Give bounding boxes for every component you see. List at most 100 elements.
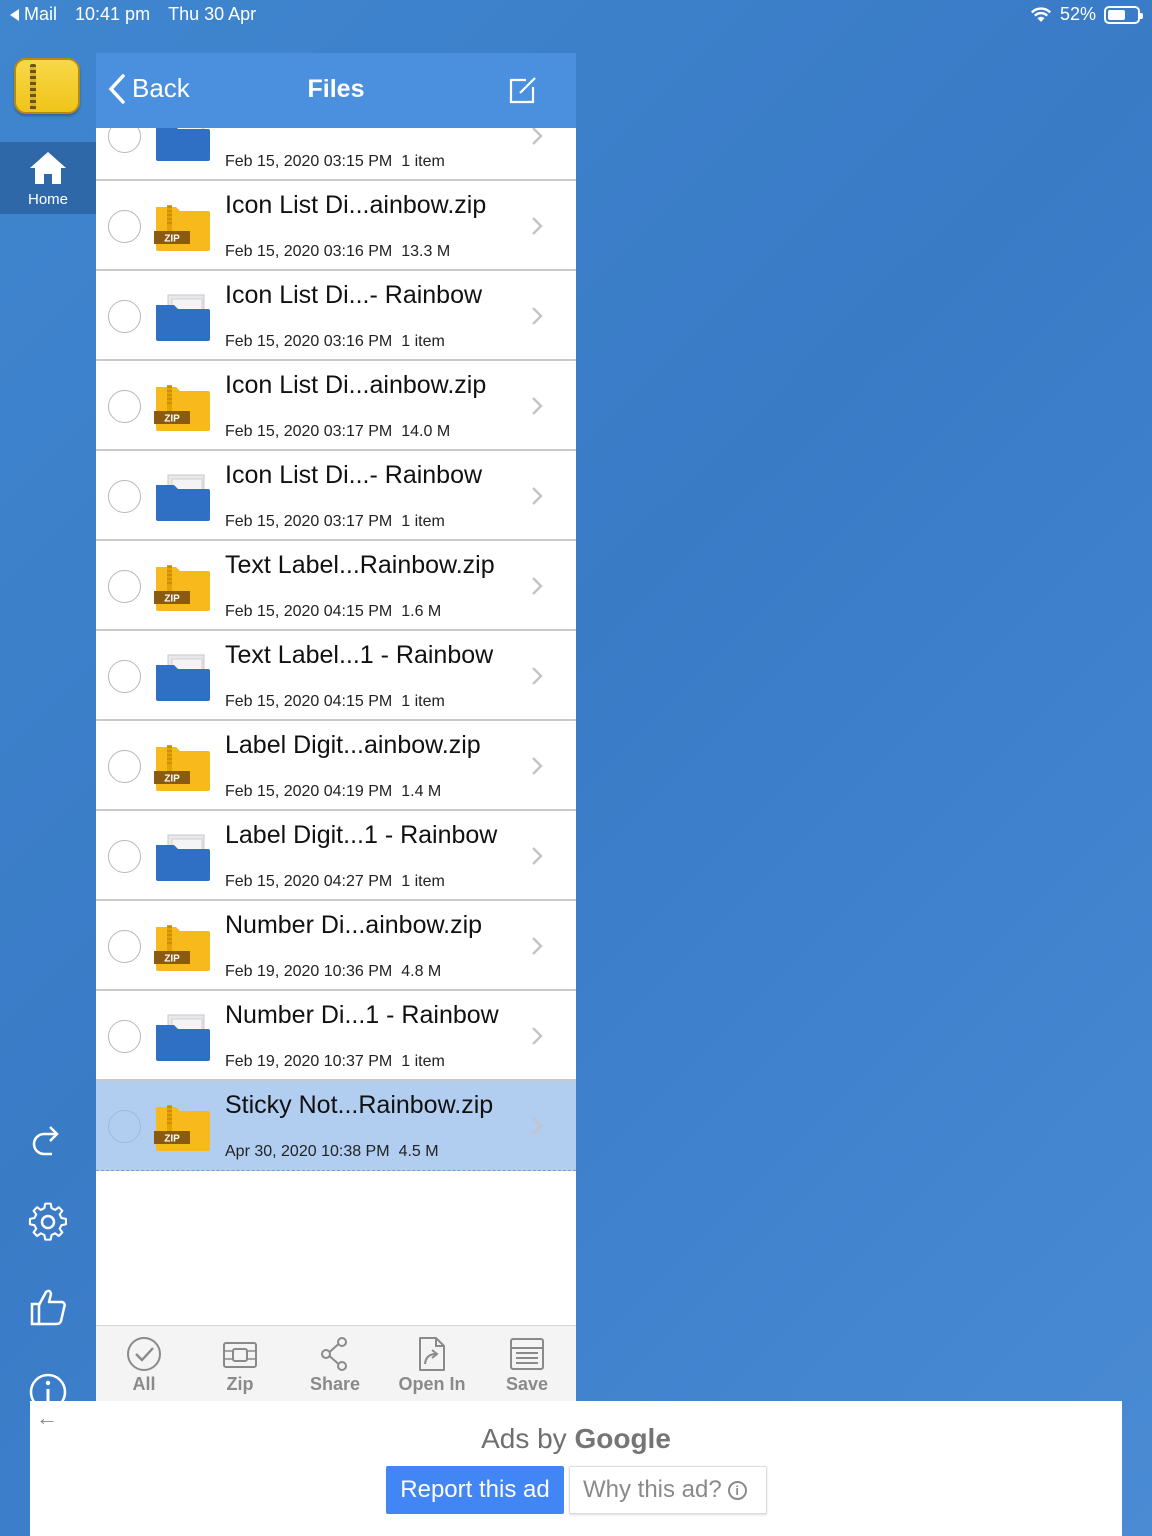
zip-file-icon: ZIP — [154, 741, 212, 793]
file-row[interactable]: Icon List Di...- Rainbow Feb 15, 2020 03:… — [96, 271, 576, 361]
nav-bar: Back Files — [96, 53, 576, 128]
file-meta: Feb 19, 2020 10:37 PM 1 item — [225, 1053, 445, 1071]
file-name: Icon List Di...ainbow.zip — [225, 371, 487, 399]
chevron-right-icon[interactable] — [530, 395, 544, 417]
file-size: 1.4 M — [401, 783, 442, 800]
chevron-right-icon[interactable] — [530, 215, 544, 237]
file-size: 1 item — [401, 153, 445, 170]
status-bar: Mail 10:41 pm Thu 30 Apr 52% — [0, 0, 1152, 30]
file-name: Label Digit...1 - Rainbow — [225, 821, 498, 849]
back-to-app-link[interactable]: Mail — [10, 4, 57, 25]
file-meta: Feb 19, 2020 10:36 PM 4.8 M — [225, 963, 441, 981]
zip-button[interactable]: Zip — [200, 1336, 280, 1395]
chevron-right-icon[interactable] — [530, 755, 544, 777]
file-row[interactable]: Label Digit...1 - Rainbow Feb 15, 2020 04… — [96, 811, 576, 901]
home-label: Home — [27, 191, 68, 208]
redo-icon[interactable] — [26, 1120, 70, 1164]
file-meta: Feb 15, 2020 03:16 PM 1 item — [225, 333, 445, 351]
file-meta: Feb 15, 2020 04:15 PM 1.6 M — [225, 603, 441, 621]
file-name: Icon List Di...- Rainbow — [225, 128, 482, 130]
file-meta: Feb 15, 2020 04:27 PM 1 item — [225, 873, 445, 891]
zip-file-icon: ZIP — [154, 201, 212, 253]
select-radio[interactable] — [108, 128, 141, 153]
select-radio[interactable] — [108, 1020, 141, 1053]
file-size: 4.5 M — [398, 1143, 439, 1160]
chevron-right-icon[interactable] — [530, 665, 544, 687]
select-all-button[interactable]: All — [104, 1336, 184, 1395]
select-radio[interactable] — [108, 300, 141, 333]
file-row[interactable]: ZIP Sticky Not...Rainbow.zip Apr 30, 2020 … — [96, 1081, 576, 1171]
battery-icon — [1104, 5, 1143, 24]
file-date: Feb 15, 2020 04:19 PM — [225, 783, 393, 800]
file-date: Feb 15, 2020 04:15 PM — [225, 603, 393, 620]
folder-icon — [154, 651, 212, 703]
chevron-right-icon[interactable] — [530, 845, 544, 867]
ads-by-google: Ads by Google — [30, 1423, 1122, 1455]
select-radio[interactable] — [108, 1110, 141, 1143]
file-date: Feb 15, 2020 03:16 PM — [225, 333, 393, 350]
select-radio[interactable] — [108, 570, 141, 603]
folder-icon — [154, 291, 212, 343]
chevron-right-icon[interactable] — [530, 485, 544, 507]
file-name: Sticky Not...Rainbow.zip — [225, 1091, 494, 1119]
file-row[interactable]: ZIP Label Digit...ainbow.zip Feb 15, 2020 … — [96, 721, 576, 811]
file-row[interactable]: Icon List Di...- Rainbow Feb 15, 2020 03:… — [96, 451, 576, 541]
select-radio[interactable] — [108, 210, 141, 243]
chevron-right-icon[interactable] — [530, 935, 544, 957]
file-name: Number Di...1 - Rainbow — [225, 1001, 499, 1029]
google-logo: Google — [574, 1423, 671, 1454]
why-this-ad-label: Why this ad? — [583, 1476, 722, 1503]
svg-text:ZIP: ZIP — [164, 414, 180, 425]
svg-text:ZIP: ZIP — [164, 234, 180, 245]
file-date: Feb 15, 2020 04:27 PM — [225, 873, 393, 890]
share-label: Share — [309, 1374, 361, 1394]
chevron-right-icon[interactable] — [530, 128, 544, 147]
select-radio[interactable] — [108, 660, 141, 693]
gear-icon[interactable] — [26, 1200, 70, 1244]
chevron-right-icon[interactable] — [530, 1025, 544, 1047]
home-icon — [30, 152, 66, 184]
select-radio[interactable] — [108, 480, 141, 513]
edit-icon[interactable] — [508, 75, 538, 105]
status-date: Thu 30 Apr — [168, 4, 257, 24]
select-radio[interactable] — [108, 390, 141, 423]
file-date: Feb 15, 2020 03:16 PM — [225, 243, 393, 260]
file-row[interactable]: ZIP Text Label...Rainbow.zip Feb 15, 2020 … — [96, 541, 576, 631]
why-this-ad-button[interactable]: Why this ad? i — [569, 1466, 767, 1514]
file-row[interactable]: ZIP Icon List Di...ainbow.zip Feb 15, 2020… — [96, 361, 576, 451]
folder-icon — [154, 128, 212, 163]
file-date: Feb 15, 2020 03:17 PM — [225, 513, 393, 530]
zip-label: Zip — [226, 1374, 254, 1394]
file-name: Icon List Di...ainbow.zip — [225, 191, 487, 219]
file-row[interactable]: Icon List Di...- Rainbow Feb 15, 2020 03:… — [96, 128, 576, 181]
file-row[interactable]: ZIP Number Di...ainbow.zip Feb 19, 2020 10… — [96, 901, 576, 991]
select-radio[interactable] — [108, 750, 141, 783]
file-row[interactable]: Text Label...1 - Rainbow Feb 15, 2020 04:… — [96, 631, 576, 721]
file-row[interactable]: Number Di...1 - Rainbow Feb 19, 2020 10:3… — [96, 991, 576, 1081]
share-button[interactable]: Share — [295, 1336, 375, 1395]
open-in-button[interactable]: Open In — [392, 1336, 472, 1395]
info-icon: i — [727, 1481, 747, 1501]
save-button[interactable]: Save — [487, 1336, 567, 1395]
file-row[interactable]: ZIP Icon List Di...ainbow.zip Feb 15, 2020… — [96, 181, 576, 271]
file-size: 4.8 M — [401, 963, 442, 980]
app-logo-icon[interactable] — [14, 58, 80, 114]
chevron-right-icon[interactable] — [530, 575, 544, 597]
thumbs-up-icon[interactable] — [26, 1284, 70, 1328]
save-label: Save — [505, 1374, 549, 1394]
svg-text:ZIP: ZIP — [164, 1134, 180, 1145]
file-name: Icon List Di...- Rainbow — [225, 461, 483, 489]
ad-banner: ← Ads by Google Report this ad Why this … — [30, 1401, 1122, 1536]
chevron-right-icon[interactable] — [530, 305, 544, 327]
file-size: 1.6 M — [401, 603, 442, 620]
save-tray-icon — [510, 1338, 544, 1370]
folder-icon — [154, 471, 212, 523]
select-radio[interactable] — [108, 930, 141, 963]
select-radio[interactable] — [108, 840, 141, 873]
open-in-icon — [419, 1337, 445, 1371]
battery-percent: 52% — [1059, 4, 1096, 24]
share-icon — [321, 1337, 347, 1371]
chevron-right-icon[interactable] — [530, 1115, 544, 1137]
sidebar-item-home[interactable]: Home — [0, 142, 96, 214]
report-ad-button[interactable]: Report this ad — [386, 1466, 564, 1514]
